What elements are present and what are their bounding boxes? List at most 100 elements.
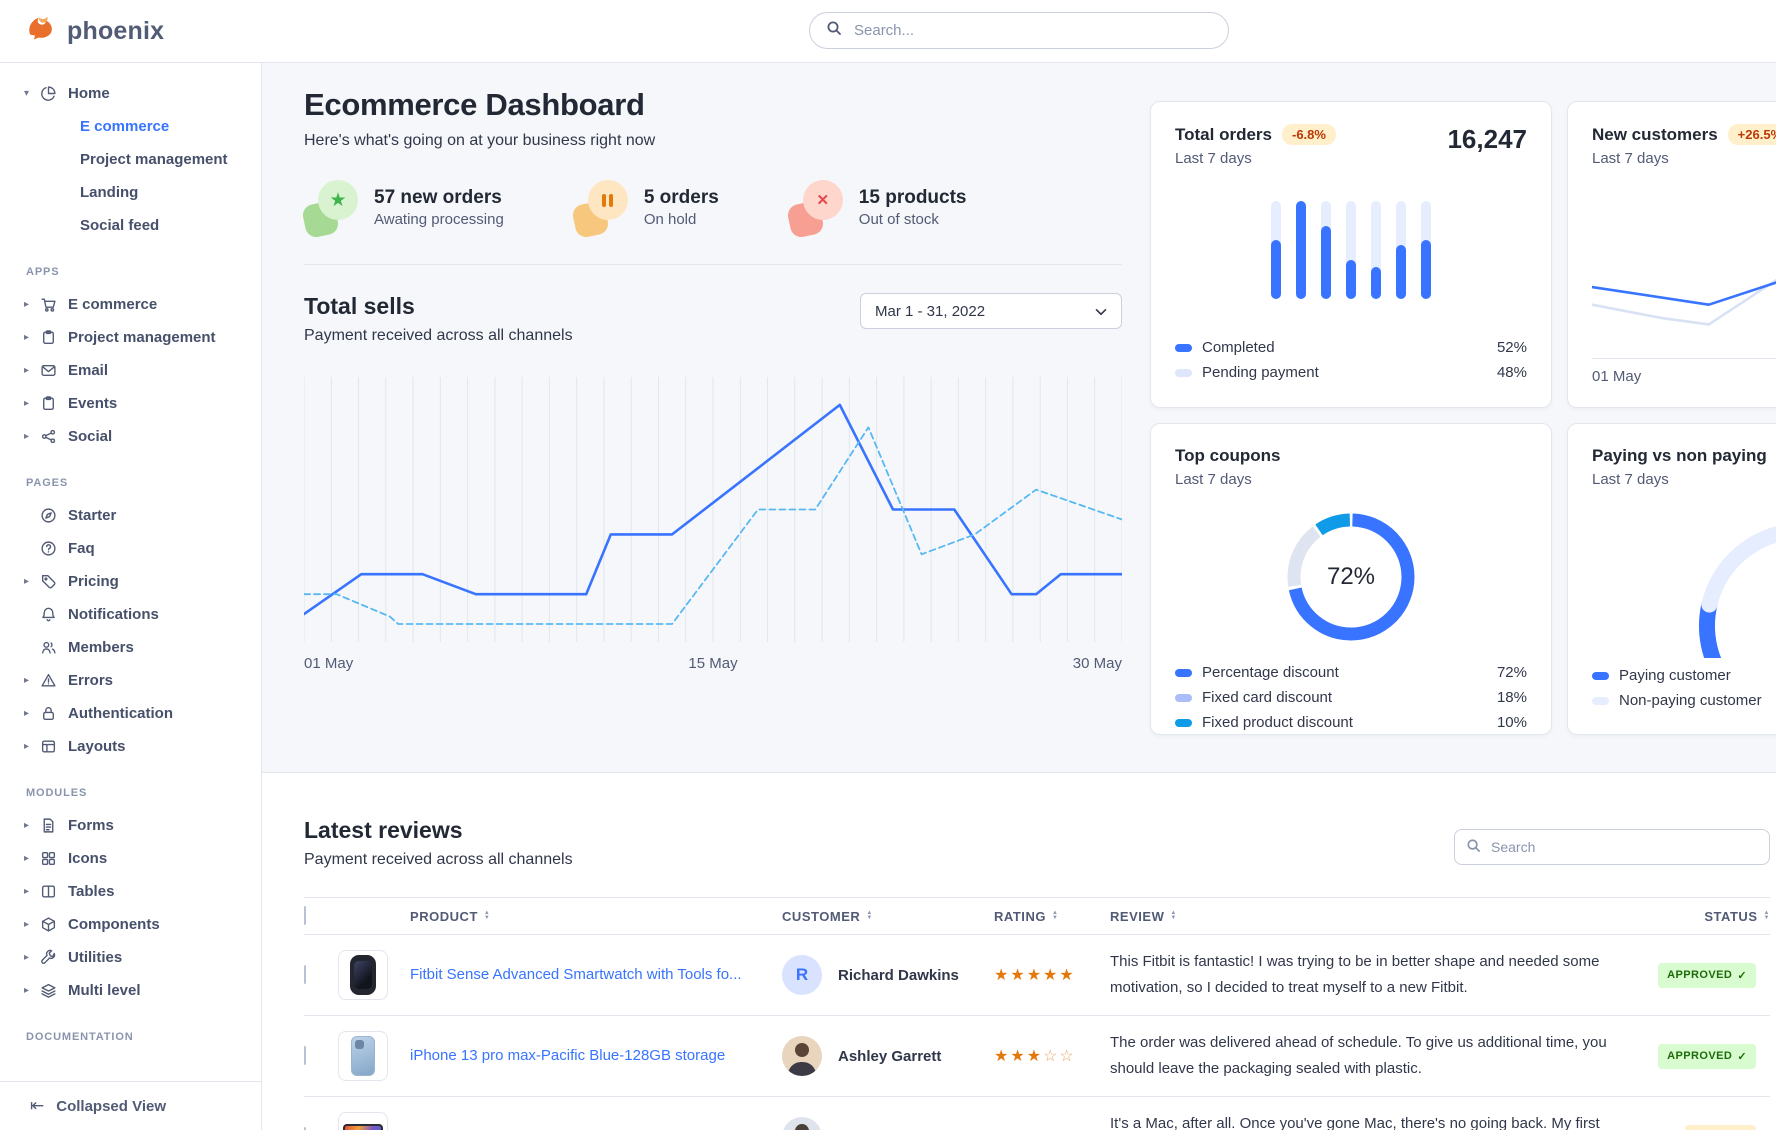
column-status[interactable]: STATUS▲▼ bbox=[1704, 909, 1770, 924]
table-row: Fitbit Sense Advanced Smartwatch with To… bbox=[304, 935, 1770, 1016]
product-image bbox=[338, 1112, 388, 1130]
x-axis-labels: 01 May 15 May 30 May bbox=[304, 655, 1122, 672]
users-icon bbox=[40, 639, 68, 656]
sidebar-sections: APPS ▸E commerce▸Project management▸Email… bbox=[24, 266, 261, 1043]
tag-icon bbox=[40, 573, 68, 590]
sidebar-section-label: PAGES bbox=[26, 477, 261, 489]
box-icon bbox=[40, 916, 68, 933]
check-icon: ✓ bbox=[1737, 1050, 1747, 1063]
table-row: Apple MacBook Pro 13 inch-M1-8/256GB ★★★… bbox=[304, 1097, 1770, 1130]
sidebar-item-email[interactable]: ▸Email bbox=[24, 354, 261, 387]
chevron-down-icon bbox=[1095, 303, 1107, 320]
x-icon: ✕ bbox=[789, 178, 843, 236]
caret-down-icon: ▾ bbox=[24, 88, 40, 99]
status-badge: PENDING bbox=[1685, 1125, 1756, 1130]
new-customers-card: New customers +26.5% Last 7 days 01 May bbox=[1567, 101, 1776, 408]
sidebar-item-components[interactable]: ▸Components bbox=[24, 908, 261, 941]
sidebar-item-events[interactable]: ▸Events bbox=[24, 387, 261, 420]
sidebar-item-multi-level[interactable]: ▸Multi level bbox=[24, 974, 261, 1007]
collapse-left-icon: ⇤ bbox=[30, 1096, 44, 1116]
sidebar-item-authentication[interactable]: ▸Authentication bbox=[24, 697, 261, 730]
select-all-checkbox[interactable] bbox=[304, 906, 306, 925]
row-checkbox[interactable] bbox=[304, 965, 306, 984]
product-image bbox=[338, 1031, 388, 1081]
caret-right-icon: ▸ bbox=[24, 985, 40, 996]
sidebar-item-e-commerce[interactable]: ▸E commerce bbox=[24, 288, 261, 321]
sidebar-item-home[interactable]: ▾ Home bbox=[24, 77, 261, 110]
sidebar-item-landing[interactable]: Landing bbox=[24, 176, 261, 209]
sidebar-nav: ▾ Home E commerce Project management Lan… bbox=[0, 77, 261, 1080]
sidebar: ▾ Home E commerce Project management Lan… bbox=[0, 62, 262, 1130]
sidebar-item-social[interactable]: ▸Social bbox=[24, 420, 261, 453]
sidebar-item-errors[interactable]: ▸Errors bbox=[24, 664, 261, 697]
review-text: The order was delivered ahead of schedul… bbox=[1110, 1030, 1652, 1083]
question-icon bbox=[40, 540, 68, 557]
avatar bbox=[782, 1117, 822, 1130]
avatar bbox=[782, 1036, 822, 1076]
row-checkbox[interactable] bbox=[304, 1046, 306, 1065]
sidebar-item-layouts[interactable]: ▸Layouts bbox=[24, 730, 261, 763]
sidebar-item-tables[interactable]: ▸Tables bbox=[24, 875, 261, 908]
caret-right-icon: ▸ bbox=[24, 332, 40, 343]
customer-name: Ashley Garrett bbox=[838, 1048, 941, 1065]
sort-icon: ▲▼ bbox=[1764, 911, 1770, 921]
latest-reviews-section: Latest reviews Payment received across a… bbox=[262, 773, 1776, 1130]
caret-right-icon: ▸ bbox=[24, 299, 40, 310]
column-customer[interactable]: CUSTOMER▲▼ bbox=[782, 909, 994, 924]
avatar: R bbox=[782, 955, 822, 995]
total-sells-header: Total sells Payment received across all … bbox=[304, 293, 1122, 345]
reviews-title: Latest reviews bbox=[304, 817, 573, 844]
cart-icon bbox=[40, 296, 68, 313]
logo[interactable]: phoenix bbox=[26, 14, 164, 48]
reviews-search[interactable] bbox=[1454, 829, 1770, 865]
sidebar-item-members[interactable]: Members bbox=[24, 631, 261, 664]
total-orders-value: 16,247 bbox=[1447, 124, 1527, 155]
column-review[interactable]: REVIEW▲▼ bbox=[1110, 909, 1652, 924]
search-input[interactable] bbox=[852, 21, 1212, 40]
sidebar-item-faq[interactable]: Faq bbox=[24, 532, 261, 565]
column-product[interactable]: PRODUCT▲▼ bbox=[410, 909, 782, 924]
status-badge: APPROVED ✓ bbox=[1658, 963, 1756, 988]
product-link[interactable]: iPhone 13 pro max-Pacific Blue-128GB sto… bbox=[410, 1047, 749, 1064]
sidebar-item-notifications[interactable]: Notifications bbox=[24, 598, 261, 631]
search-icon bbox=[1466, 838, 1481, 858]
review-text: This Fitbit is fantastic! I was trying t… bbox=[1110, 949, 1652, 1002]
sidebar-item-pricing[interactable]: ▸Pricing bbox=[24, 565, 261, 598]
bell-icon bbox=[40, 606, 68, 623]
reviews-subtitle: Payment received across all channels bbox=[304, 851, 573, 869]
dashboard-hero: Ecommerce Dashboard Here's what's going … bbox=[262, 63, 1776, 773]
total-sells-subtitle: Payment received across all channels bbox=[304, 327, 573, 345]
sidebar-item-project-management[interactable]: Project management bbox=[24, 143, 261, 176]
stat-orders-on-hold: 5 orders On hold bbox=[574, 178, 719, 236]
rating-stars: ★★★★★ bbox=[994, 965, 1110, 985]
file-icon bbox=[40, 817, 68, 834]
sidebar-item-starter[interactable]: Starter bbox=[24, 499, 261, 532]
sidebar-item-forms[interactable]: ▸Forms bbox=[24, 809, 261, 842]
customer-name: Richard Dawkins bbox=[838, 967, 959, 984]
phoenix-flame-icon bbox=[26, 14, 58, 48]
pie-chart-icon bbox=[40, 85, 68, 102]
table-row: iPhone 13 pro max-Pacific Blue-128GB sto… bbox=[304, 1016, 1770, 1097]
collapse-sidebar-button[interactable]: ⇤ Collapsed View bbox=[0, 1081, 261, 1130]
caret-right-icon: ▸ bbox=[24, 952, 40, 963]
stat-new-orders: ★ 57 new orders Awating processing bbox=[304, 178, 504, 236]
sidebar-section-label: APPS bbox=[26, 266, 261, 278]
sidebar-item-social-feed[interactable]: Social feed bbox=[24, 209, 261, 242]
caret-right-icon: ▸ bbox=[24, 431, 40, 442]
sort-icon: ▲▼ bbox=[484, 911, 490, 921]
caret-right-icon: ▸ bbox=[24, 675, 40, 686]
global-search[interactable] bbox=[809, 12, 1229, 49]
column-rating[interactable]: RATING▲▼ bbox=[994, 909, 1110, 924]
reviews-search-input[interactable] bbox=[1454, 829, 1770, 865]
sidebar-item-icons[interactable]: ▸Icons bbox=[24, 842, 261, 875]
sidebar-item-e-commerce[interactable]: E commerce bbox=[24, 110, 261, 143]
product-link[interactable]: Fitbit Sense Advanced Smartwatch with To… bbox=[410, 966, 766, 983]
total-orders-card: Total orders -6.8% Last 7 days 16,247 Co… bbox=[1150, 101, 1552, 408]
x-axis-label: 01 May bbox=[1592, 358, 1776, 385]
dashboard-right-column: New customers +26.5% Last 7 days 01 May … bbox=[1567, 101, 1776, 735]
sidebar-item-utilities[interactable]: ▸Utilities bbox=[24, 941, 261, 974]
caret-right-icon: ▸ bbox=[24, 820, 40, 831]
clipboard-icon bbox=[40, 329, 68, 346]
date-range-select[interactable]: Mar 1 - 31, 2022 bbox=[860, 293, 1122, 329]
sidebar-item-project-management[interactable]: ▸Project management bbox=[24, 321, 261, 354]
